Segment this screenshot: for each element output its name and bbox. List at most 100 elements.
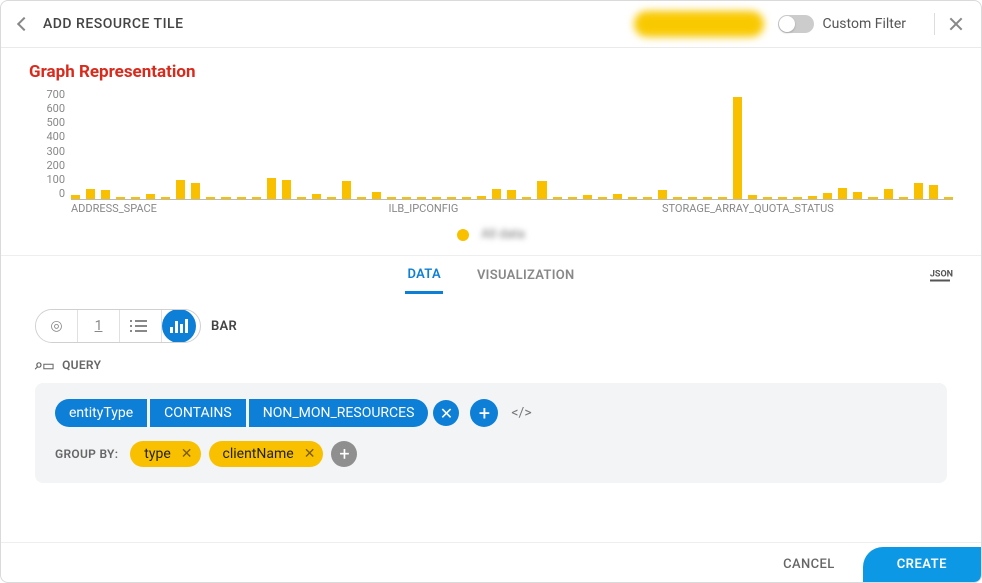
y-tick: 200 bbox=[37, 159, 65, 172]
bar bbox=[553, 197, 562, 199]
bar bbox=[282, 180, 291, 199]
bar bbox=[537, 181, 546, 199]
query-value-pill[interactable]: NON_MON_RESOURCES bbox=[249, 399, 429, 427]
query-builder: entityType CONTAINS NON_MON_RESOURCES ✕ … bbox=[35, 383, 947, 483]
bar bbox=[252, 197, 261, 199]
bar bbox=[673, 197, 682, 199]
legend-label: All data bbox=[481, 227, 525, 242]
group-by-tag[interactable]: clientName ✕ bbox=[209, 441, 324, 467]
bar bbox=[221, 197, 230, 199]
json-view-icon[interactable]: JSON bbox=[930, 270, 953, 281]
bar bbox=[131, 197, 140, 199]
bar bbox=[417, 197, 426, 199]
bar bbox=[146, 194, 155, 199]
group-by-tag-label: type bbox=[144, 446, 171, 462]
bar bbox=[914, 183, 923, 199]
bar bbox=[793, 197, 802, 199]
back-icon[interactable] bbox=[17, 17, 31, 31]
y-tick: 600 bbox=[37, 102, 65, 115]
bar bbox=[613, 194, 622, 199]
add-group-by-button[interactable]: + bbox=[331, 441, 357, 467]
chart-legend: All data bbox=[29, 224, 953, 243]
bar bbox=[748, 195, 757, 199]
bar bbox=[86, 189, 95, 199]
remove-group-by-icon[interactable]: ✕ bbox=[304, 446, 316, 462]
close-icon[interactable] bbox=[949, 17, 963, 31]
custom-filter-toggle[interactable] bbox=[778, 15, 814, 33]
bar bbox=[868, 197, 877, 199]
bar bbox=[718, 197, 727, 199]
bar bbox=[522, 197, 531, 199]
bar bbox=[778, 197, 787, 199]
remove-group-by-icon[interactable]: ✕ bbox=[181, 446, 193, 462]
bar bbox=[432, 197, 441, 199]
bar bbox=[267, 178, 276, 199]
query-field-pill[interactable]: entityType bbox=[55, 399, 147, 427]
y-tick: 300 bbox=[37, 145, 65, 158]
create-button[interactable]: CREATE bbox=[863, 547, 981, 582]
group-by-tag[interactable]: type ✕ bbox=[130, 441, 200, 467]
bar bbox=[327, 197, 336, 199]
code-view-icon[interactable]: </> bbox=[511, 405, 531, 421]
bar bbox=[237, 197, 246, 199]
bar bbox=[853, 192, 862, 199]
chart-type-number[interactable]: 1 bbox=[78, 309, 120, 343]
bar bbox=[658, 190, 667, 199]
bar bbox=[462, 197, 471, 199]
x-tick: ILB_IPCONFIG bbox=[389, 202, 459, 215]
bar bbox=[703, 197, 712, 199]
bar bbox=[101, 190, 110, 199]
bar bbox=[492, 189, 501, 199]
bar bbox=[206, 197, 215, 199]
bar bbox=[643, 197, 652, 199]
y-tick: 400 bbox=[37, 130, 65, 143]
x-tick: STORAGE_ARRAY_QUOTA_STATUS bbox=[662, 202, 834, 215]
bar bbox=[357, 197, 366, 199]
page-title: ADD RESOURCE TILE bbox=[43, 16, 184, 32]
bar bbox=[342, 181, 351, 199]
chart-type-gauge[interactable]: ◎ bbox=[36, 309, 78, 343]
bar bbox=[823, 193, 832, 199]
bar-chart-icon bbox=[170, 319, 188, 333]
add-filter-button[interactable]: + bbox=[470, 399, 498, 427]
bar bbox=[176, 180, 185, 199]
graph-title: Graph Representation bbox=[29, 62, 953, 82]
bar bbox=[763, 197, 772, 199]
bar bbox=[116, 197, 125, 199]
cancel-button[interactable]: CANCEL bbox=[783, 557, 835, 572]
query-icon: ⌕▭ bbox=[35, 357, 54, 373]
query-operator-pill[interactable]: CONTAINS bbox=[150, 399, 246, 427]
bar bbox=[808, 196, 817, 199]
bar bbox=[568, 197, 577, 199]
y-tick: 500 bbox=[37, 116, 65, 129]
bar bbox=[899, 197, 908, 199]
x-tick: ADDRESS_SPACE bbox=[71, 202, 157, 215]
custom-filter-label: Custom Filter bbox=[822, 16, 906, 32]
chart-type-label: BAR bbox=[211, 319, 237, 334]
bar bbox=[944, 197, 953, 199]
bar bbox=[884, 189, 893, 199]
bar bbox=[297, 197, 306, 199]
bar-chart: 700600500400 3002001000 ADDRESS_SPACE ILB_… bbox=[37, 88, 953, 220]
bar bbox=[688, 197, 697, 199]
bar bbox=[598, 197, 607, 199]
group-by-tag-label: clientName bbox=[223, 446, 294, 462]
y-tick: 700 bbox=[37, 88, 65, 101]
bar bbox=[161, 197, 170, 199]
y-tick: 100 bbox=[37, 173, 65, 186]
bar bbox=[447, 197, 456, 199]
tab-visualization[interactable]: VISUALIZATION bbox=[475, 259, 577, 292]
remove-filter-button[interactable]: ✕ bbox=[433, 400, 459, 426]
chart-type-segmented: ◎ 1 bbox=[35, 309, 201, 343]
bar bbox=[929, 185, 938, 199]
bar bbox=[71, 195, 80, 199]
bar bbox=[402, 197, 411, 199]
chart-type-bar[interactable] bbox=[162, 309, 196, 343]
bar bbox=[312, 194, 321, 199]
query-header-label: QUERY bbox=[62, 358, 101, 372]
bar bbox=[583, 195, 592, 199]
bar bbox=[387, 197, 396, 199]
chart-type-list[interactable] bbox=[120, 309, 162, 343]
tab-data[interactable]: DATA bbox=[405, 258, 442, 294]
y-tick: 0 bbox=[37, 187, 65, 200]
